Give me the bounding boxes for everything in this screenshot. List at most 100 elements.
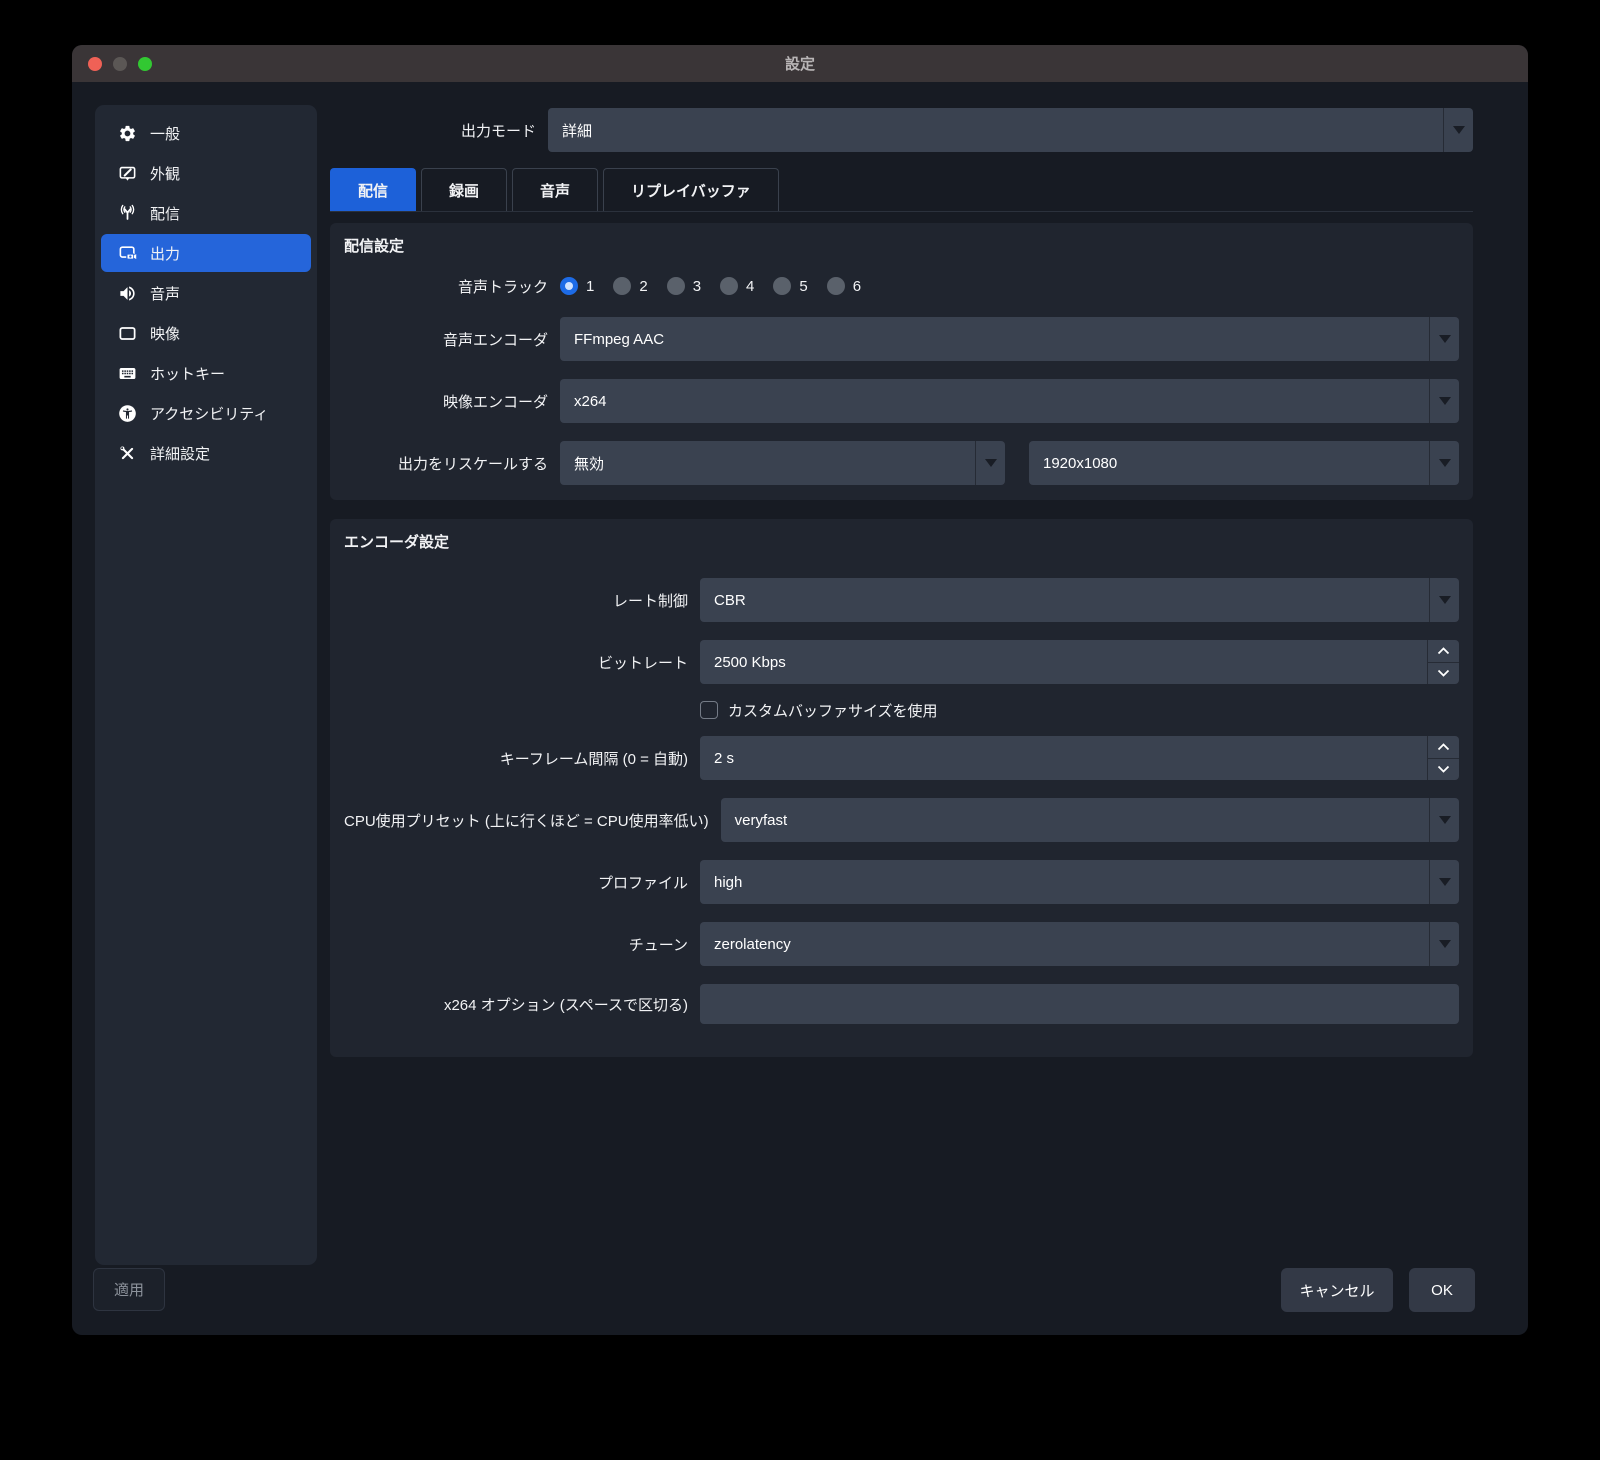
sidebar-item-label: 配信 (150, 203, 180, 224)
output-tabs: 配信 録画 音声 リプレイバッファ (330, 168, 779, 211)
audio-track-radio-1[interactable]: 1 (560, 277, 594, 295)
encoder-settings-title: エンコーダ設定 (344, 531, 1459, 552)
sidebar-item-general[interactable]: 一般 (101, 114, 311, 152)
sidebar-item-label: 音声 (150, 283, 180, 304)
zoom-window-icon[interactable] (138, 57, 152, 71)
gear-icon (118, 124, 137, 143)
keyframe-interval-input[interactable] (700, 736, 1459, 780)
checkbox-icon (700, 701, 718, 719)
radio-icon (827, 277, 845, 295)
radio-selected-icon (560, 277, 578, 295)
output-mode-row: 出力モード 詳細 (330, 108, 1473, 152)
sidebar-item-label: 詳細設定 (150, 443, 210, 464)
sidebar-item-label: 一般 (150, 123, 180, 144)
sidebar-item-label: ホットキー (150, 363, 225, 384)
settings-sidebar: 一般 外観 配信 出力 音声 映像 ホットキー アクセシビリティ (95, 105, 317, 1265)
tab-streaming[interactable]: 配信 (330, 168, 416, 211)
chevron-down-icon (1429, 922, 1459, 966)
audio-encoder-select[interactable]: FFmpeg AAC (560, 317, 1459, 361)
audio-track-radio-6[interactable]: 6 (827, 277, 861, 295)
tune-select[interactable]: zerolatency (700, 922, 1459, 966)
output-icon (118, 244, 137, 263)
sidebar-item-advanced[interactable]: 詳細設定 (101, 434, 311, 472)
bitrate-decrement-button[interactable] (1428, 663, 1459, 685)
rate-control-label: レート制御 (344, 590, 700, 611)
broadcast-icon (118, 204, 137, 223)
radio-icon (720, 277, 738, 295)
audio-track-radio-2[interactable]: 2 (613, 277, 647, 295)
chevron-down-icon (1429, 860, 1459, 904)
audio-track-radio-5[interactable]: 5 (773, 277, 807, 295)
tab-audio[interactable]: 音声 (512, 168, 598, 211)
sidebar-item-video[interactable]: 映像 (101, 314, 311, 352)
bitrate-increment-button[interactable] (1428, 640, 1459, 663)
radio-icon (667, 277, 685, 295)
rescale-output-row: 出力をリスケールする 無効 1920x1080 (344, 441, 1459, 485)
rate-control-select[interactable]: CBR (700, 578, 1459, 622)
bitrate-label: ビットレート (344, 652, 700, 673)
sidebar-item-appearance[interactable]: 外観 (101, 154, 311, 192)
ok-button[interactable]: OK (1409, 1268, 1475, 1312)
tab-divider (330, 211, 1473, 212)
minimize-window-icon[interactable] (113, 57, 127, 71)
sidebar-item-stream[interactable]: 配信 (101, 194, 311, 232)
sidebar-item-output[interactable]: 出力 (101, 234, 311, 272)
rate-control-row: レート制御 CBR (344, 578, 1459, 622)
custom-buffer-checkbox[interactable]: カスタムバッファサイズを使用 (700, 700, 938, 721)
output-mode-select[interactable]: 詳細 (548, 108, 1473, 152)
profile-row: プロファイル high (344, 860, 1459, 904)
settings-window: 設定 一般 外観 配信 出力 音声 映像 ホットキー (72, 45, 1528, 1335)
chevron-down-icon (975, 441, 1005, 485)
keyframe-interval-label: キーフレーム間隔 (0 = 自動) (344, 748, 700, 769)
streaming-settings-group: 配信設定 音声トラック 1 2 3 4 5 6 音声エンコーダ FFmpeg A… (330, 223, 1473, 500)
close-window-icon[interactable] (88, 57, 102, 71)
bitrate-input[interactable] (700, 640, 1459, 684)
sidebar-item-label: 出力 (150, 243, 180, 264)
sidebar-item-hotkeys[interactable]: ホットキー (101, 354, 311, 392)
audio-track-radio-4[interactable]: 4 (720, 277, 754, 295)
sidebar-item-label: 映像 (150, 323, 180, 344)
x264-options-input[interactable] (700, 984, 1459, 1024)
sidebar-item-label: 外観 (150, 163, 180, 184)
cpu-preset-select[interactable]: veryfast (721, 798, 1459, 842)
bitrate-row: ビットレート (344, 640, 1459, 684)
chevron-down-icon (1437, 765, 1450, 773)
x264-options-row: x264 オプション (スペースで区切る) (344, 984, 1459, 1024)
profile-label: プロファイル (344, 872, 700, 893)
tune-label: チューン (344, 934, 700, 955)
sidebar-item-accessibility[interactable]: アクセシビリティ (101, 394, 311, 432)
tune-row: チューン zerolatency (344, 922, 1459, 966)
rescale-resolution-select[interactable]: 1920x1080 (1029, 441, 1459, 485)
titlebar: 設定 (72, 45, 1528, 82)
video-encoder-select[interactable]: x264 (560, 379, 1459, 423)
sidebar-item-audio[interactable]: 音声 (101, 274, 311, 312)
profile-select[interactable]: high (700, 860, 1459, 904)
x264-options-field (700, 984, 1459, 1024)
keyframe-decrement-button[interactable] (1428, 759, 1459, 781)
custom-buffer-label: カスタムバッファサイズを使用 (728, 700, 938, 721)
rescale-mode-select[interactable]: 無効 (560, 441, 1005, 485)
encoder-settings-group: エンコーダ設定 レート制御 CBR ビットレート カスタムバッファサイ (330, 519, 1473, 1057)
bitrate-field (700, 640, 1459, 684)
audio-icon (118, 284, 137, 303)
keyframe-increment-button[interactable] (1428, 736, 1459, 759)
radio-icon (773, 277, 791, 295)
audio-track-radio-3[interactable]: 3 (667, 277, 701, 295)
tab-recording[interactable]: 録画 (421, 168, 507, 211)
cpu-preset-row: CPU使用プリセット (上に行くほど = CPU使用率低い) veryfast (344, 798, 1459, 842)
audio-track-row: 音声トラック 1 2 3 4 5 6 (344, 272, 1459, 300)
cancel-button[interactable]: キャンセル (1281, 1268, 1393, 1312)
audio-encoder-row: 音声エンコーダ FFmpeg AAC (344, 317, 1459, 361)
tab-replay-buffer[interactable]: リプレイバッファ (603, 168, 779, 211)
video-icon (118, 324, 137, 343)
custom-buffer-row: カスタムバッファサイズを使用 (344, 697, 1459, 723)
chevron-down-icon (1429, 317, 1459, 361)
chevron-up-icon (1437, 647, 1450, 655)
accessibility-icon (118, 404, 137, 423)
keyframe-interval-field (700, 736, 1459, 780)
audio-encoder-label: 音声エンコーダ (344, 329, 560, 350)
apply-button[interactable]: 適用 (93, 1268, 165, 1311)
window-title: 設定 (785, 53, 815, 74)
x264-options-label: x264 オプション (スペースで区切る) (344, 994, 700, 1015)
output-mode-label: 出力モード (330, 120, 548, 141)
